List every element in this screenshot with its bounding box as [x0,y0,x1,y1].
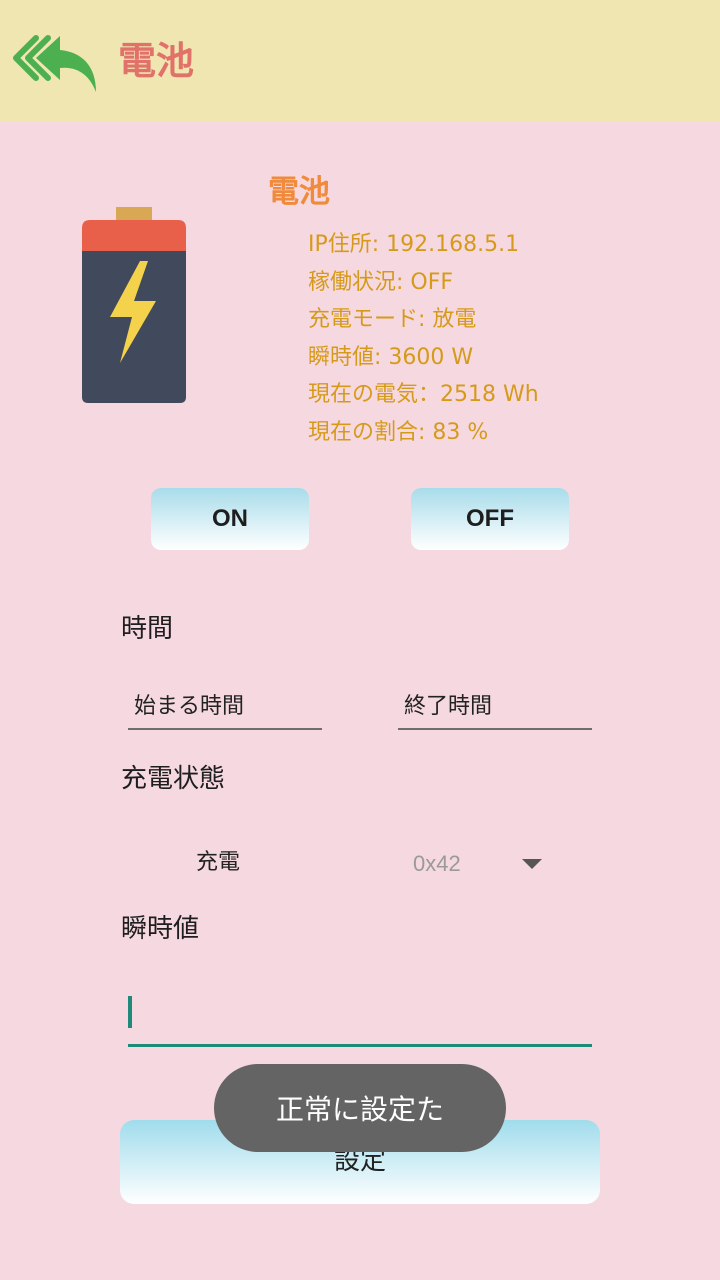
device-name: 電池 [268,174,330,210]
info-operating-status: 稼働状況: OFF [308,269,454,295]
info-instant-value: 瞬時値: 3600 W [308,344,474,370]
app-bar: 電池 [0,0,720,122]
instant-value-input[interactable] [128,988,592,1047]
info-current-energy: 現在の電気：2518 Wh [308,382,539,408]
charge-mode-label: 充電 [196,850,241,875]
charge-state-label: 充電状態 [121,764,226,794]
back-button[interactable] [8,30,100,96]
page-title: 電池 [118,39,195,83]
dropdown-selected-value: 0x42 [413,851,461,876]
info-charge-mode: 充電モード: 放電 [308,307,477,333]
end-time-placeholder: 終了時間 [404,694,493,719]
off-button[interactable]: OFF [411,488,569,550]
time-section-label: 時間 [121,614,174,644]
start-time-field[interactable]: 始まる時間 [128,688,322,730]
info-ip-address: IP住所: 192.168.5.1 [308,232,520,257]
start-time-placeholder: 始まる時間 [134,694,245,719]
dropdown-arrow-icon [522,859,542,869]
on-button[interactable]: ON [151,488,309,550]
battery-icon [80,205,188,405]
end-time-field[interactable]: 終了時間 [398,688,592,730]
toast-message: 正常に設定た [214,1064,506,1152]
back-arrow-icon [13,35,96,92]
instant-value-label: 瞬時値 [121,914,200,944]
info-current-percentage: 現在の割合: 83 % [308,419,489,445]
device-info-list: IP住所: 192.168.5.1 稼働状況: OFF 充電モード: 放電 瞬時… [308,226,539,452]
charge-state-dropdown[interactable]: 0x42 [400,842,560,884]
text-cursor [128,996,132,1028]
